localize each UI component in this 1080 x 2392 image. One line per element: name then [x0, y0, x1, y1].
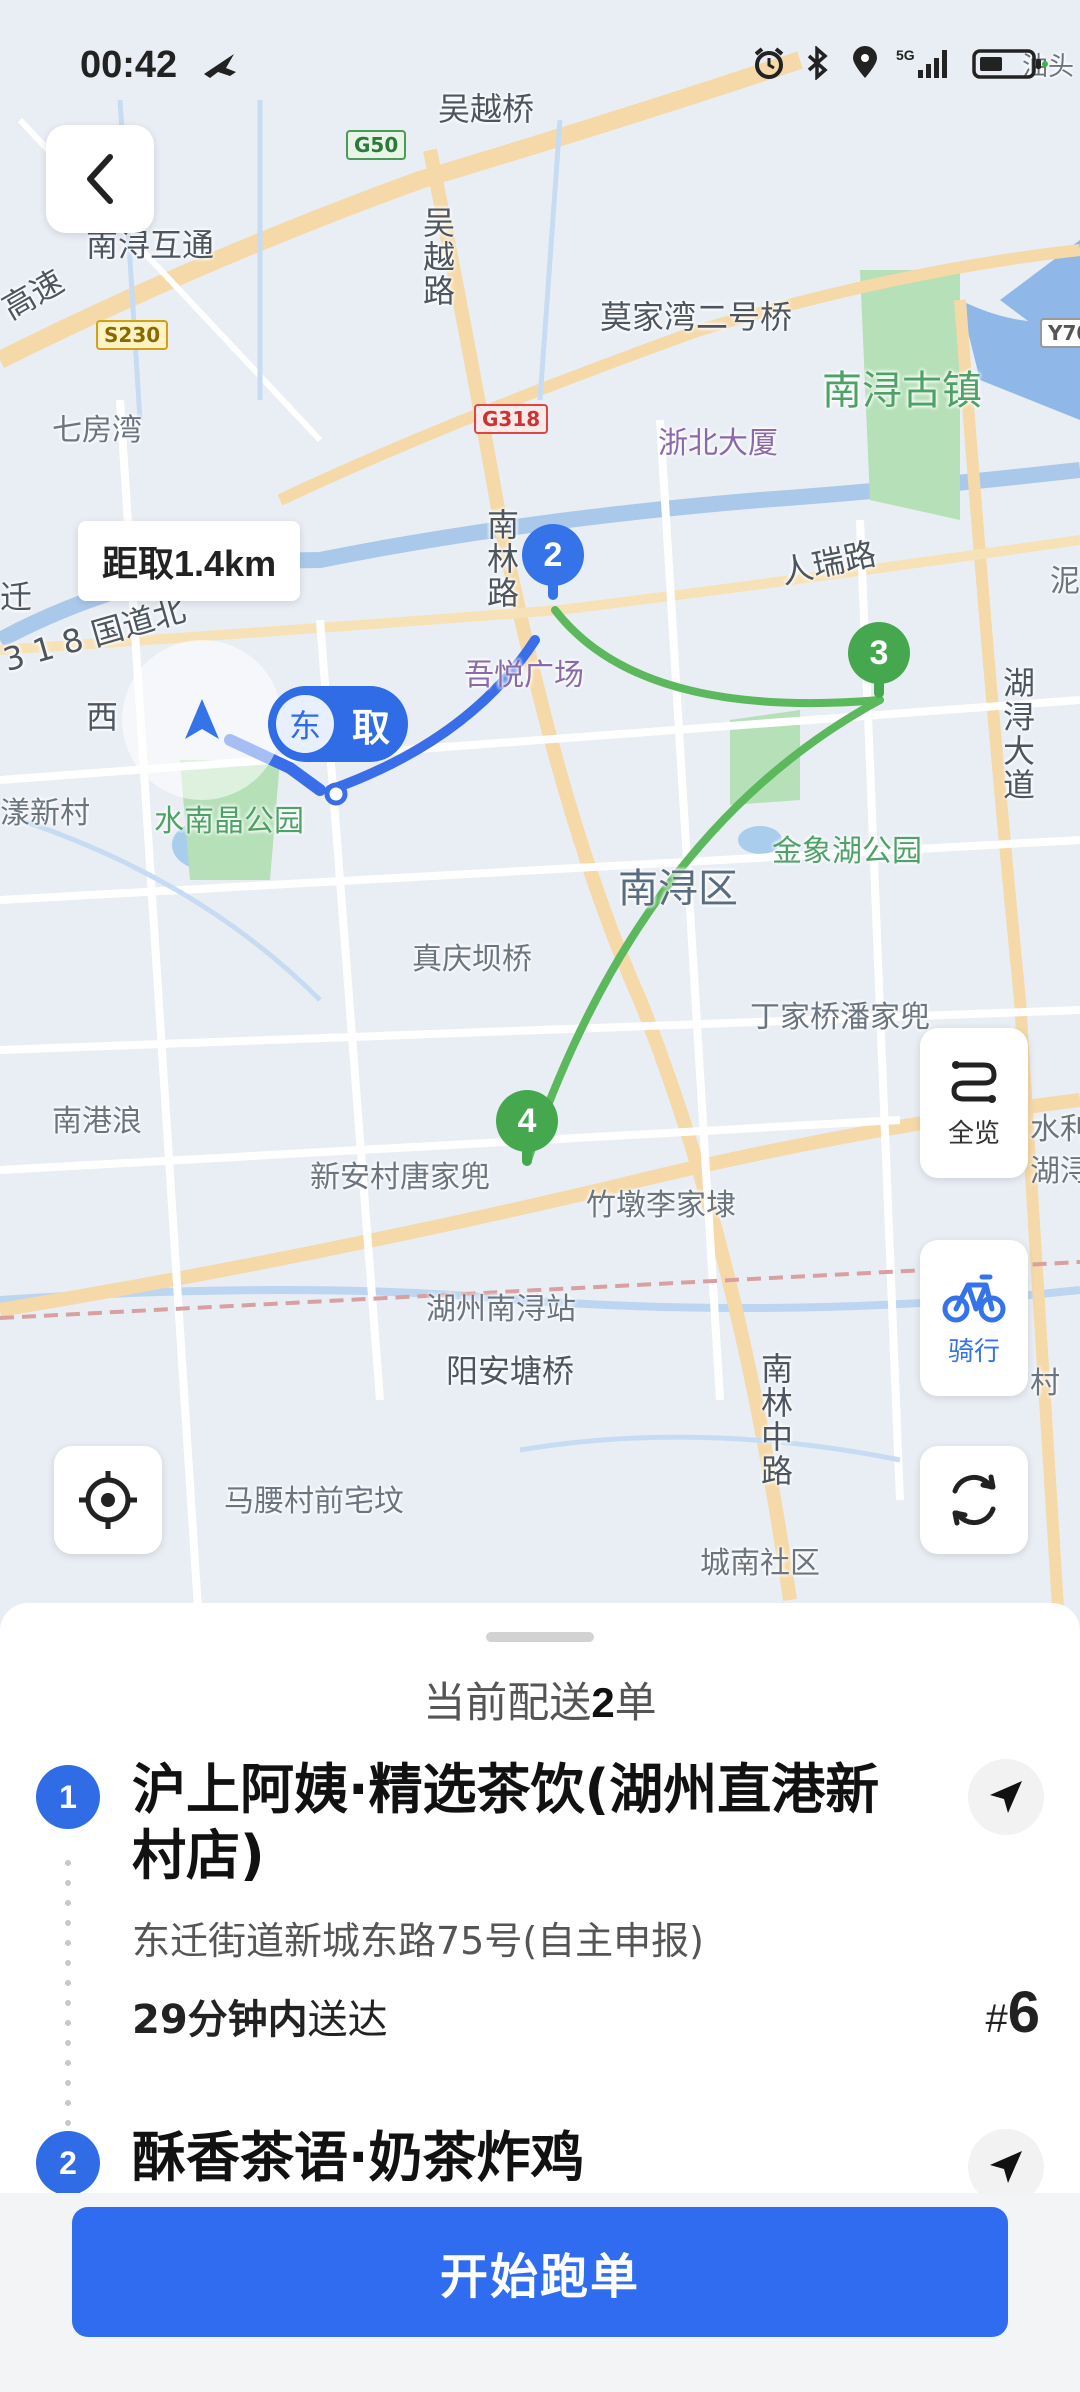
map-label: 南港浪: [52, 1104, 142, 1139]
map-label: 南浔区: [618, 866, 738, 912]
route-overview-icon: [951, 1060, 997, 1103]
road-shield-s230: S230: [96, 320, 169, 350]
map-label: 吾悦广场: [464, 658, 584, 693]
map-label: 西: [86, 698, 119, 736]
map-label: 莫家湾二号桥: [600, 298, 793, 336]
order-index-badge: 1: [36, 1765, 100, 1829]
overview-label: 全览: [947, 1118, 1000, 1149]
order-sequence: #6: [985, 1979, 1040, 2046]
location-icon: [848, 46, 882, 80]
network-type: 5G: [896, 47, 915, 63]
crosshair-icon: [79, 1471, 137, 1529]
sheet-drag-handle[interactable]: [486, 1632, 594, 1642]
order-store-name: 沪上阿姨·精选茶饮(湖州直港新村店): [132, 1758, 880, 1887]
map-label: 吴越路: [418, 206, 456, 308]
delivery-sheet[interactable]: 当前配送2单 1 沪上阿姨·精选茶饮(湖州直港新村店) 东迁街道新城东路75号(…: [0, 1603, 1080, 2205]
sheet-title-suffix: 单: [614, 1678, 657, 1727]
road-shield-y70: Y70: [1040, 318, 1080, 348]
map-label: 浙北大厦: [658, 426, 778, 461]
status-time: 00:42: [80, 44, 178, 86]
map-label: 金象湖公园: [772, 834, 922, 869]
map-label: 湖浔大道: [998, 666, 1036, 802]
rider-location-marker: [122, 640, 282, 800]
sheet-title: 当前配送2单: [0, 1669, 1080, 1730]
order-deadline-suffix: 送达: [307, 1997, 388, 2043]
map-label: 马腰村前宅坟: [224, 1484, 404, 1519]
map-label: 南林路: [482, 508, 520, 610]
map-label: 水利: [1030, 1112, 1080, 1147]
map-label: 南林中路: [756, 1352, 794, 1488]
map-pin-4[interactable]: 4: [496, 1090, 558, 1166]
map-label: 真庆坝桥: [412, 942, 532, 977]
order-address: 东迁街道新城东路75号(自主申报): [132, 1919, 705, 1963]
order-sequence-number: 6: [1007, 1980, 1040, 2045]
refresh-button[interactable]: [920, 1446, 1028, 1554]
map-label: 泥: [1050, 564, 1080, 599]
navigate-arrow-icon: [990, 1781, 1022, 1813]
navigation-arrow-icon: [185, 699, 219, 739]
overview-button[interactable]: 全览: [920, 1028, 1028, 1178]
order-deadline-bold: 29分钟内: [132, 1997, 308, 2043]
distance-to-pickup-label: 距取1.4km: [78, 521, 301, 601]
alarm-icon: [752, 46, 786, 80]
direction-badge: 东: [276, 695, 334, 753]
footer-bar: 开始跑单: [0, 2193, 1080, 2392]
battery-icon: [970, 46, 1050, 80]
road-shield-g50: G50: [346, 130, 407, 160]
map-label: 漾新村: [0, 796, 90, 831]
map-label: 竹墩李家埭: [586, 1188, 736, 1223]
map-label: 阳安塘桥: [446, 1352, 575, 1390]
airplane-icon: [204, 54, 236, 78]
order-index-badge: 2: [36, 2131, 100, 2195]
map-label: 南浔古镇: [822, 368, 982, 414]
map-label: 七房湾: [52, 413, 142, 448]
order-sequence-prefix: #: [985, 1997, 1008, 2041]
map-label: 水南晶公园: [154, 804, 304, 839]
navigate-arrow-icon: [990, 2151, 1022, 2183]
start-delivery-button[interactable]: 开始跑单: [72, 2207, 1008, 2337]
map-label: 丁家桥潘家兜: [750, 1000, 930, 1035]
map-label: 城南社区: [700, 1546, 820, 1581]
chevron-left-icon: [87, 154, 113, 204]
order-store-name: 酥香茶语·奶茶炸鸡: [132, 2126, 585, 2189]
sheet-title-count: 2: [591, 1679, 615, 1726]
locate-me-button[interactable]: [54, 1446, 162, 1554]
order-deadline: 29分钟内送达: [132, 1987, 388, 2045]
map-pin-3[interactable]: 3: [848, 622, 910, 698]
order-connector: [64, 1853, 72, 2153]
pickup-marker[interactable]: 东 取: [268, 686, 408, 762]
map-pin-2[interactable]: 2: [522, 524, 584, 600]
map-view[interactable]: G50 S230 G318 Y70 吴越桥 南浔互通 高速 七房湾 吴越路 莫家…: [0, 0, 1080, 1640]
sheet-title-prefix: 当前配送: [423, 1678, 592, 1727]
map-label: 村: [1030, 1366, 1060, 1401]
signal-icon: 5G: [896, 46, 956, 80]
back-button[interactable]: [46, 125, 154, 233]
status-bar: 00:42 5G: [0, 0, 1080, 110]
ride-mode-button[interactable]: 骑行: [920, 1240, 1028, 1396]
refresh-icon: [952, 1474, 996, 1526]
pickup-label: 取: [352, 705, 391, 750]
map-label: 迁: [0, 578, 33, 616]
navigate-button[interactable]: [968, 1759, 1044, 1835]
status-icons: 5G: [752, 46, 1050, 80]
map-label: 湖州南浔站: [426, 1292, 576, 1327]
map-label: 新安村唐家兜: [310, 1160, 490, 1195]
bicycle-icon: [942, 1274, 1006, 1322]
bluetooth-icon: [800, 46, 834, 80]
map-label: 湖浔: [1030, 1154, 1080, 1189]
ride-mode-label: 骑行: [947, 1336, 1000, 1367]
road-shield-g318: G318: [474, 404, 549, 434]
